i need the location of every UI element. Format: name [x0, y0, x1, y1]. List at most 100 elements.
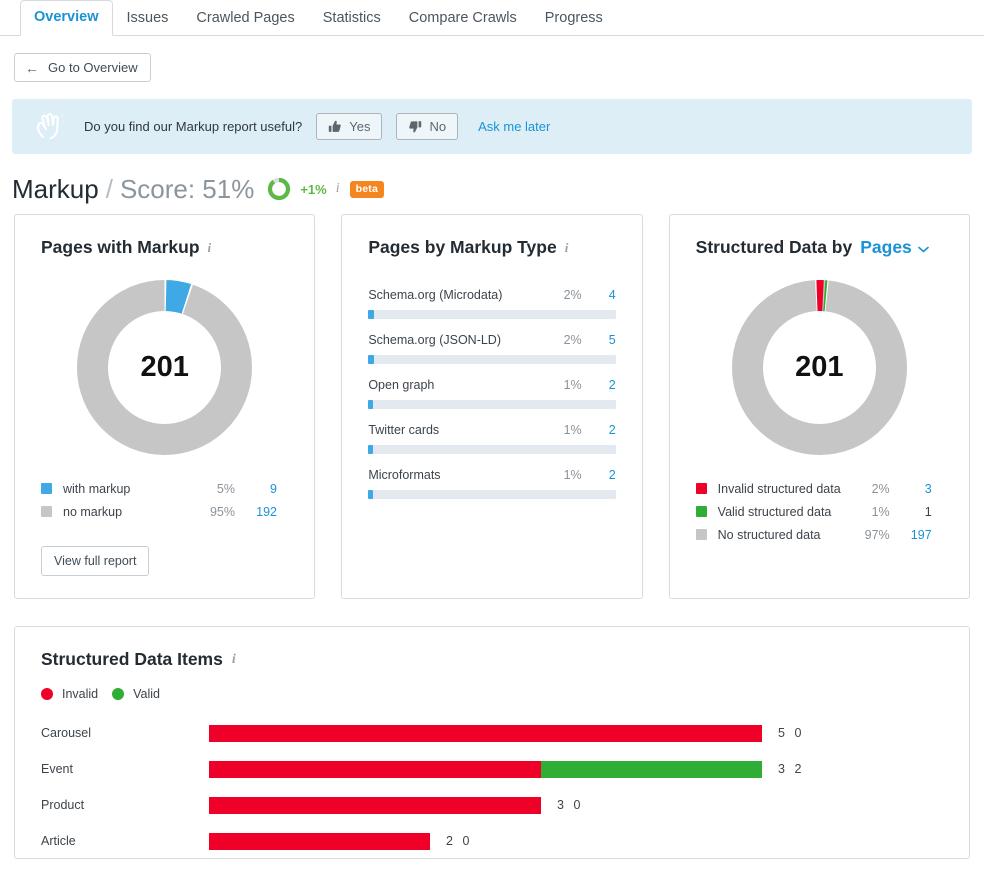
selector-label: Pages [860, 237, 912, 257]
bar-values: 30 [557, 798, 581, 812]
info-icon[interactable]: i [232, 652, 236, 668]
legend-label: Valid [133, 687, 161, 701]
card-structured-data-by: Structured Data by Pages 201 Invalid str… [668, 214, 970, 599]
markup-type-name: Open graph [368, 378, 435, 392]
legend-item-valid: Valid [112, 687, 160, 701]
legend-item-invalid: Invalid [41, 687, 98, 701]
progress-fill [368, 445, 373, 454]
view-full-report-button[interactable]: View full report [41, 546, 150, 576]
bar-values: 50 [778, 726, 802, 740]
markup-type-percent: 2% [563, 288, 582, 302]
legend-label: no markup [63, 504, 123, 519]
markup-type-name: Microformats [368, 468, 441, 482]
feedback-yes-label: Yes [349, 119, 371, 134]
feedback-no-label: No [429, 119, 447, 134]
list-item: Twitter cards 1% 2 [368, 409, 616, 454]
markup-type-percent: 1% [563, 468, 582, 482]
ask-me-later-link[interactable]: Ask me later [478, 119, 550, 134]
card-legend: Invalid structured data 2% 3 Valid struc… [670, 455, 969, 546]
go-to-overview-label: Go to Overview [48, 60, 138, 75]
legend-value[interactable]: 9 [235, 482, 277, 496]
legend-label: Valid structured data [717, 504, 832, 519]
value-invalid: 3 [557, 798, 565, 812]
info-icon[interactable]: i [336, 181, 340, 197]
chevron-down-icon [917, 237, 929, 258]
structured-data-dimension-selector[interactable]: Pages [860, 237, 929, 258]
legend-percent: 1% [871, 504, 890, 519]
legend-label: Invalid structured data [717, 481, 841, 496]
progress-track [368, 490, 616, 499]
info-icon[interactable]: i [565, 240, 569, 256]
tab-issues[interactable]: Issues [113, 1, 183, 36]
markup-type-value[interactable]: 2 [582, 423, 616, 437]
page-title-score: Score: 51% [119, 173, 255, 204]
thumbs-down-icon [408, 120, 422, 134]
chart-row: Event 32 [15, 751, 969, 787]
card-structured-data-items: Structured Data Items i Invalid Valid Ca… [14, 626, 970, 859]
progress-fill [368, 400, 373, 409]
go-to-overview-button[interactable]: ← Go to Overview [14, 53, 151, 82]
bar-segment-invalid [209, 724, 762, 742]
card-heading-label: Pages with Markup [41, 237, 200, 257]
markup-type-percent: 1% [563, 423, 582, 437]
progress-fill [368, 490, 373, 499]
info-icon[interactable]: i [208, 240, 212, 256]
feedback-banner: Do you find our Markup report useful? Ye… [12, 99, 972, 154]
structured-data-items-chart: Carousel 50 Event 32 Product 30 Article … [15, 701, 969, 858]
tab-compare-crawls[interactable]: Compare Crawls [395, 1, 531, 36]
markup-type-value[interactable]: 4 [582, 288, 616, 302]
thumbs-up-icon [328, 120, 342, 134]
card-pages-with-markup: Pages with Markup i 201 with markup 5% 9 [14, 214, 316, 599]
score-ring-icon [267, 177, 291, 201]
feedback-question: Do you find our Markup report useful? [84, 119, 303, 134]
legend-swatch-none [695, 529, 707, 540]
legend-percent: 97% [864, 527, 890, 542]
bar-segment-invalid [209, 796, 541, 814]
legend-value[interactable]: 3 [890, 482, 932, 496]
legend-value[interactable]: 192 [235, 505, 277, 519]
feedback-yes-button[interactable]: Yes [316, 113, 383, 140]
markup-type-percent: 2% [563, 333, 582, 347]
stacked-bar [209, 832, 430, 850]
legend-percent: 2% [871, 481, 890, 496]
markup-type-percent: 1% [563, 378, 582, 392]
legend-dot-invalid [41, 688, 53, 700]
card-heading-label: Structured Data by [695, 237, 853, 257]
category-label: Carousel [41, 726, 92, 740]
legend-percent: 5% [216, 481, 235, 496]
stacked-bar [209, 760, 762, 778]
feedback-no-button[interactable]: No [396, 113, 459, 140]
category-label: Article [41, 834, 76, 848]
progress-fill [368, 310, 375, 319]
arrow-left-icon: ← [25, 59, 39, 76]
markup-type-name: Schema.org (JSON-LD) [368, 333, 502, 347]
legend-swatch-with-markup [41, 483, 52, 494]
markup-type-value[interactable]: 2 [582, 468, 616, 482]
value-valid: 0 [573, 798, 581, 812]
tab-progress[interactable]: Progress [531, 1, 617, 36]
markup-type-value[interactable]: 5 [582, 333, 616, 347]
markup-type-value[interactable]: 2 [582, 378, 616, 392]
tab-crawled-pages[interactable]: Crawled Pages [182, 1, 308, 36]
legend-value[interactable]: 197 [890, 528, 932, 542]
markup-type-name: Schema.org (Microdata) [368, 288, 503, 302]
tab-overview[interactable]: Overview [20, 0, 113, 36]
tab-statistics[interactable]: Statistics [309, 1, 395, 36]
legend-swatch-invalid [695, 483, 707, 494]
bar-segment-invalid [209, 832, 430, 850]
card-heading: Pages by Markup Type i [342, 215, 641, 258]
summary-cards-row: Pages with Markup i 201 with markup 5% 9 [0, 200, 984, 599]
donut-center-value: 201 [140, 351, 189, 383]
bar-values: 20 [446, 834, 470, 848]
value-invalid: 2 [446, 834, 454, 848]
legend-label: with markup [63, 481, 131, 496]
donut-chart-structured-data: 201 [670, 258, 969, 455]
card-heading-label: Pages by Markup Type [368, 237, 557, 257]
card-pages-by-markup-type: Pages by Markup Type i Schema.org (Micro… [341, 214, 643, 599]
legend-item: Invalid structured data 2% 3 [695, 477, 969, 500]
bar-values: 32 [778, 762, 802, 776]
bar-segment-invalid [209, 760, 541, 778]
progress-track [368, 445, 616, 454]
donut-center-value: 201 [795, 351, 844, 383]
bar-segment-valid [541, 760, 762, 778]
